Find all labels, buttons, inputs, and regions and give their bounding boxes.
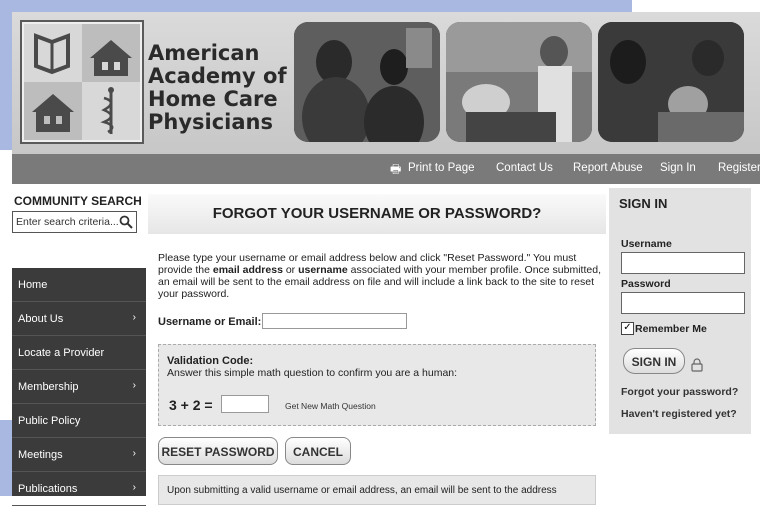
password-label: Password [621, 278, 671, 290]
validation-box: Validation Code: Answer this simple math… [158, 344, 596, 426]
site-header: American Academy of Home Care Physicians [12, 12, 760, 154]
nav-report-abuse[interactable]: Report Abuse [573, 162, 643, 174]
photo-clinic-image [446, 22, 592, 142]
chevron-right-icon: › [132, 482, 136, 493]
nav-print[interactable]: Print to Page [408, 162, 474, 174]
math-answer-input[interactable] [221, 395, 269, 413]
left-nav-label: Membership [18, 381, 79, 393]
left-nav-item[interactable]: Publications › [12, 472, 146, 506]
left-nav-item[interactable]: Meetings › [12, 438, 146, 472]
username-email-input[interactable] [262, 313, 407, 329]
nav-sign-in[interactable]: Sign In [660, 162, 696, 174]
nav-register[interactable]: Register [718, 162, 760, 174]
sign-in-title: SIGN IN [619, 196, 668, 211]
left-nav-label: Publications [18, 483, 78, 495]
register-link[interactable]: Haven't registered yet? [621, 408, 737, 420]
org-name-line: Home Care [148, 87, 278, 111]
left-nav-item[interactable]: Home [12, 268, 146, 302]
nav-contact[interactable]: Contact Us [496, 162, 553, 174]
validation-title: Validation Code: [167, 355, 254, 367]
page-title: FORGOT YOUR USERNAME OR PASSWORD? [148, 194, 606, 234]
info-note: Upon submitting a valid username or emai… [158, 475, 596, 505]
photo-people-image [294, 22, 440, 142]
sign-in-panel: SIGN IN Username Password ✓ Remember Me … [609, 188, 751, 434]
header-photo-1 [294, 22, 440, 142]
new-math-question-link[interactable]: Get New Math Question [285, 401, 376, 411]
chevron-right-icon: › [132, 312, 136, 323]
cancel-button[interactable]: CANCEL [285, 437, 351, 465]
math-question: 3 + 2 = [169, 397, 213, 413]
search-placeholder: Enter search criteria... [16, 216, 119, 228]
lock-icon [691, 358, 703, 372]
logo-icon [24, 24, 140, 140]
username-input[interactable] [621, 252, 745, 274]
intro-text-part: or [282, 264, 299, 276]
community-search: COMMUNITY SEARCH [12, 194, 146, 208]
community-search-title: COMMUNITY SEARCH [14, 194, 142, 208]
password-input[interactable] [621, 292, 745, 314]
intro-text-bold: email address [212, 264, 283, 276]
validation-description: Answer this simple math question to conf… [167, 367, 458, 379]
chevron-right-icon: › [132, 380, 136, 391]
sign-in-button[interactable]: SIGN IN [623, 348, 685, 374]
left-nav-label: Meetings [18, 449, 63, 461]
left-nav: Home About Us › Locate a Provider Member… [12, 268, 146, 506]
intro-text-bold: username [298, 264, 348, 276]
info-note-text: Upon submitting a valid username or emai… [167, 485, 557, 496]
remember-me-label: Remember Me [635, 323, 707, 335]
search-icon[interactable] [119, 215, 133, 229]
top-nav: 🖶 Print to Page Contact Us Report Abuse … [12, 154, 760, 184]
printer-icon[interactable]: 🖶 [390, 160, 401, 181]
reset-password-button[interactable]: RESET PASSWORD [158, 437, 278, 465]
left-nav-item[interactable]: About Us › [12, 302, 146, 336]
forgot-password-link[interactable]: Forgot your password? [621, 386, 738, 398]
photo-care-image [598, 22, 744, 142]
header-photo-2 [446, 22, 592, 142]
left-nav-label: Public Policy [18, 415, 81, 427]
org-name-line: Physicians [148, 110, 273, 134]
search-input[interactable]: Enter search criteria... [12, 211, 137, 233]
desktop-background-left [0, 420, 12, 496]
intro-text: Please type your username or email addre… [158, 252, 604, 300]
left-nav-item[interactable]: Public Policy [12, 404, 146, 438]
left-nav-item[interactable]: Locate a Provider [12, 336, 146, 370]
left-nav-label: About Us [18, 313, 64, 325]
left-nav-item[interactable]: Membership › [12, 370, 146, 404]
username-email-label: Username or Email: [158, 316, 262, 328]
site-logo[interactable] [20, 20, 144, 144]
chevron-right-icon: › [132, 448, 136, 459]
left-nav-label: Home [18, 279, 48, 291]
remember-me-checkbox[interactable]: ✓ [621, 322, 634, 335]
org-name-line: American [148, 41, 260, 65]
org-name-line: Academy of [148, 64, 287, 88]
username-label: Username [621, 238, 672, 250]
header-photo-3 [598, 22, 744, 142]
left-nav-label: Locate a Provider [18, 347, 105, 359]
org-name[interactable]: American Academy of Home Care Physicians [148, 42, 287, 134]
